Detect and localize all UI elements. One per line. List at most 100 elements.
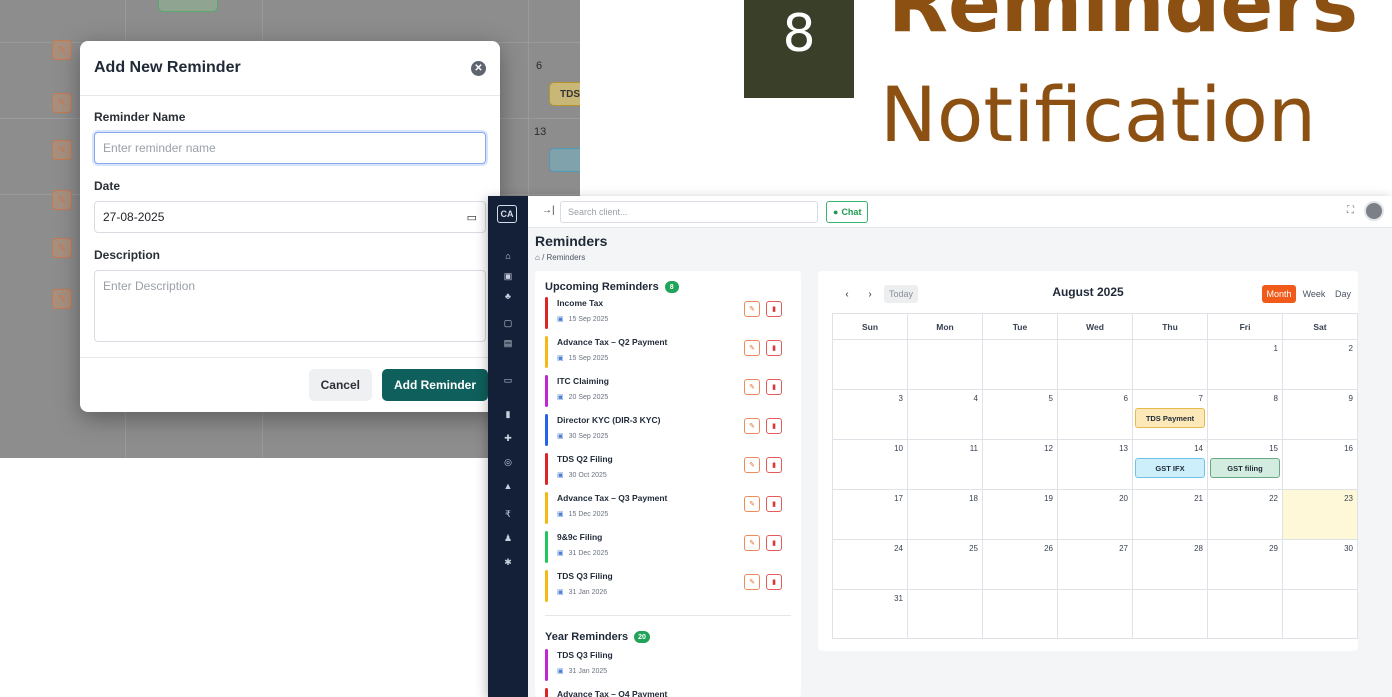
reminder-item[interactable]: ITC Claiming ▣ 20 Sep 2025 ✎ ▮ bbox=[545, 375, 795, 407]
sidebar-toggle-icon[interactable]: →| bbox=[542, 205, 555, 216]
calendar-day-cell[interactable] bbox=[908, 340, 983, 389]
dashboard-icon[interactable]: ▣ bbox=[500, 270, 516, 282]
calendar-day-cell[interactable]: 5 bbox=[983, 390, 1058, 439]
calendar-day-cell[interactable]: 6 bbox=[1058, 390, 1133, 439]
calendar-day-cell[interactable] bbox=[1133, 340, 1208, 389]
reminder-item[interactable]: Advance Tax – Q4 Payment bbox=[545, 688, 795, 697]
reminder-item[interactable]: Advance Tax – Q2 Payment ▣ 15 Sep 2025 ✎ ▮ bbox=[545, 336, 795, 368]
user-settings-icon[interactable]: ♟ bbox=[500, 532, 516, 544]
calendar-day-cell[interactable]: 1 bbox=[1208, 340, 1283, 389]
delete-icon[interactable]: ▮ bbox=[766, 379, 782, 395]
edit-icon[interactable]: ✎ bbox=[744, 535, 760, 551]
calendar-day-cell[interactable]: 15 GST filing bbox=[1208, 440, 1283, 489]
edit-icon[interactable]: ✎ bbox=[744, 340, 760, 356]
calendar-event[interactable]: GST filing bbox=[1210, 458, 1280, 478]
calendar-event[interactable]: TDS Payment bbox=[1135, 408, 1205, 428]
cancel-button[interactable]: Cancel bbox=[308, 369, 372, 401]
edit-icon[interactable]: ✎ bbox=[744, 574, 760, 590]
calendar-day-cell[interactable]: 9 bbox=[1283, 390, 1357, 439]
week-view-button[interactable]: Week bbox=[1300, 285, 1328, 303]
calendar-day-cell[interactable]: 13 bbox=[1058, 440, 1133, 489]
home-icon[interactable]: ⌂ bbox=[535, 253, 540, 262]
calendar-day-cell[interactable]: 25 bbox=[908, 540, 983, 589]
calendar-day-cell[interactable]: 18 bbox=[908, 490, 983, 539]
calendar-day-cell[interactable]: 16 bbox=[1283, 440, 1357, 489]
calendar-day-cell[interactable]: 19 bbox=[983, 490, 1058, 539]
calendar-day-cell[interactable]: 30 bbox=[1283, 540, 1357, 589]
calendar-day-cell[interactable]: 27 bbox=[1058, 540, 1133, 589]
description-input[interactable]: Enter Description bbox=[94, 270, 486, 342]
calendar-day-cell[interactable]: 2 bbox=[1283, 340, 1357, 389]
search-input[interactable]: Search client... bbox=[560, 201, 818, 223]
calendar-day-cell[interactable]: 21 bbox=[1133, 490, 1208, 539]
delete-icon[interactable]: ▮ bbox=[766, 418, 782, 434]
rupee-icon[interactable]: ₹ bbox=[500, 508, 516, 520]
prev-month-button[interactable]: ‹ bbox=[838, 285, 856, 303]
reminder-item[interactable]: TDS Q3 Filing ▣ 31 Jan 2025 bbox=[545, 649, 795, 681]
calendar-day-cell[interactable] bbox=[1133, 590, 1208, 638]
next-month-button[interactable]: › bbox=[861, 285, 879, 303]
briefcase-icon[interactable]: ▢ bbox=[500, 317, 516, 329]
today-button[interactable]: Today bbox=[884, 285, 918, 303]
delete-icon[interactable]: ▮ bbox=[766, 301, 782, 317]
edit-icon[interactable]: ✎ bbox=[744, 418, 760, 434]
calendar-day-cell[interactable]: 26 bbox=[983, 540, 1058, 589]
date-input[interactable]: 27-08-2025 ▭ bbox=[94, 201, 486, 233]
plus-icon[interactable]: ✚ bbox=[500, 432, 516, 444]
reminder-item[interactable]: Director KYC (DIR-3 KYC) ▣ 30 Sep 2025 ✎ ▮ bbox=[545, 414, 795, 446]
edit-icon[interactable]: ✎ bbox=[744, 496, 760, 512]
edit-icon[interactable]: ✎ bbox=[744, 379, 760, 395]
month-view-button[interactable]: Month bbox=[1262, 285, 1296, 303]
delete-icon[interactable]: ▮ bbox=[766, 340, 782, 356]
delete-icon[interactable]: ▮ bbox=[766, 574, 782, 590]
reminder-item[interactable]: Advance Tax – Q3 Payment ▣ 15 Dec 2025 ✎ ▮ bbox=[545, 492, 795, 524]
calendar-day-cell[interactable]: 4 bbox=[908, 390, 983, 439]
reminder-item[interactable]: 9&9c Filing ▣ 31 Dec 2025 ✎ ▮ bbox=[545, 531, 795, 563]
edit-icon[interactable]: ✎ bbox=[744, 457, 760, 473]
app-logo[interactable]: CA bbox=[497, 205, 517, 223]
reminder-item[interactable]: Income Tax ▣ 15 Sep 2025 ✎ ▮ bbox=[545, 297, 795, 329]
calendar-event[interactable]: GST IFX bbox=[1135, 458, 1205, 478]
edit-icon[interactable]: ✎ bbox=[744, 301, 760, 317]
close-icon[interactable]: ✕ bbox=[471, 60, 486, 76]
calendar-day-cell[interactable]: 31 bbox=[833, 590, 908, 638]
delete-icon[interactable]: ▮ bbox=[766, 457, 782, 473]
delete-icon[interactable]: ▮ bbox=[766, 535, 782, 551]
day-view-button[interactable]: Day bbox=[1332, 285, 1354, 303]
fullscreen-icon[interactable]: ⛶ bbox=[1347, 205, 1354, 216]
calendar-day-cell[interactable]: 7 TDS Payment bbox=[1133, 390, 1208, 439]
calendar-day-cell[interactable]: 23 bbox=[1283, 490, 1357, 539]
whatsapp-icon[interactable]: ◎ bbox=[500, 456, 516, 468]
file-icon[interactable]: ▮ bbox=[500, 408, 516, 420]
reminder-item[interactable]: TDS Q3 Filing ▣ 31 Jan 2026 ✎ ▮ bbox=[545, 570, 795, 602]
calendar-day-cell[interactable] bbox=[983, 590, 1058, 638]
calendar-day-cell[interactable] bbox=[908, 590, 983, 638]
home-icon[interactable]: ⌂ bbox=[500, 250, 516, 262]
calendar-day-cell[interactable]: 24 bbox=[833, 540, 908, 589]
users-icon[interactable]: ♣ bbox=[500, 290, 516, 302]
chat-button[interactable]: ● Chat bbox=[826, 201, 869, 223]
calendar-day-cell[interactable]: 17 bbox=[833, 490, 908, 539]
document-icon[interactable]: ▤ bbox=[500, 337, 516, 349]
calendar-icon[interactable]: ▭ bbox=[467, 211, 477, 224]
bell-icon[interactable]: ▲ bbox=[500, 480, 516, 492]
calendar-day-cell[interactable]: 20 bbox=[1058, 490, 1133, 539]
calendar-day-cell[interactable]: 12 bbox=[983, 440, 1058, 489]
gear-icon[interactable]: ✱ bbox=[500, 556, 516, 568]
calendar-day-cell[interactable]: 10 bbox=[833, 440, 908, 489]
avatar[interactable] bbox=[1364, 201, 1384, 221]
calendar-day-cell[interactable]: 22 bbox=[1208, 490, 1283, 539]
reminder-item[interactable]: TDS Q2 Filing ▣ 30 Oct 2025 ✎ ▮ bbox=[545, 453, 795, 485]
calendar-day-cell[interactable]: 8 bbox=[1208, 390, 1283, 439]
calendar-day-cell[interactable] bbox=[1208, 590, 1283, 638]
calendar-day-cell[interactable] bbox=[833, 340, 908, 389]
calendar-day-cell[interactable]: 28 bbox=[1133, 540, 1208, 589]
calendar-day-cell[interactable] bbox=[1283, 590, 1357, 638]
delete-icon[interactable]: ▮ bbox=[766, 496, 782, 512]
add-reminder-button[interactable]: Add Reminder bbox=[381, 369, 488, 401]
calendar-day-cell[interactable] bbox=[1058, 590, 1133, 638]
calendar-day-cell[interactable] bbox=[1058, 340, 1133, 389]
calendar-day-cell[interactable] bbox=[983, 340, 1058, 389]
calendar-day-cell[interactable]: 3 bbox=[833, 390, 908, 439]
calendar-day-cell[interactable]: 29 bbox=[1208, 540, 1283, 589]
